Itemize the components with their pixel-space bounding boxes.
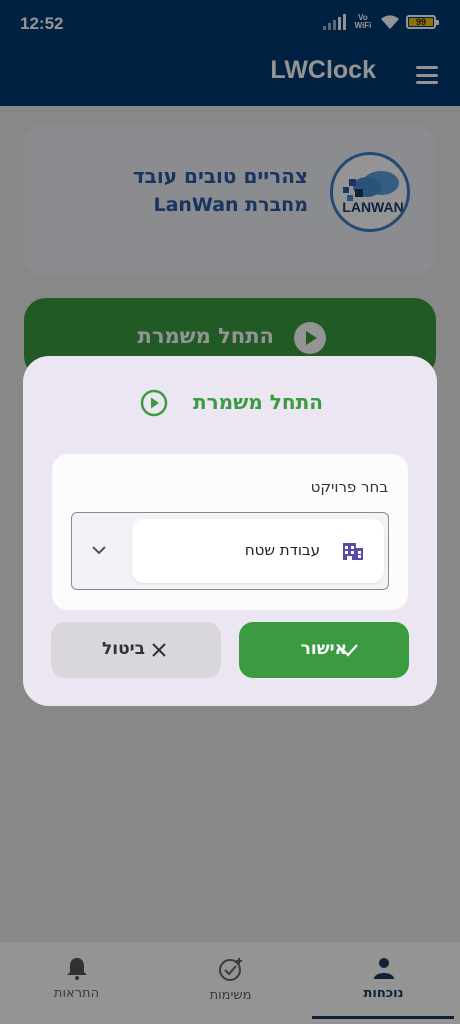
confirm-button[interactable]: אישור	[239, 622, 409, 678]
selected-project-chip[interactable]: עבודת שטח	[132, 519, 384, 583]
project-form: בחר פרויקט עבודת שטח	[52, 454, 408, 610]
building-icon	[343, 543, 363, 560]
chevron-down-icon[interactable]	[90, 541, 108, 559]
dialog-title: התחל משמרת	[192, 390, 323, 414]
cancel-button[interactable]: ביטול	[51, 622, 221, 678]
cancel-label: ביטול	[101, 639, 145, 659]
check-icon	[342, 644, 358, 657]
close-icon	[152, 643, 166, 657]
play-circle-icon	[140, 389, 168, 417]
project-select[interactable]: עבודת שטח	[71, 512, 389, 590]
selected-project-value: עבודת שטח	[244, 541, 320, 559]
project-field-label: בחר פרויקט	[310, 478, 388, 496]
start-shift-dialog: התחל משמרת בחר פרויקט עבודת שטח אישור בי…	[23, 356, 437, 706]
